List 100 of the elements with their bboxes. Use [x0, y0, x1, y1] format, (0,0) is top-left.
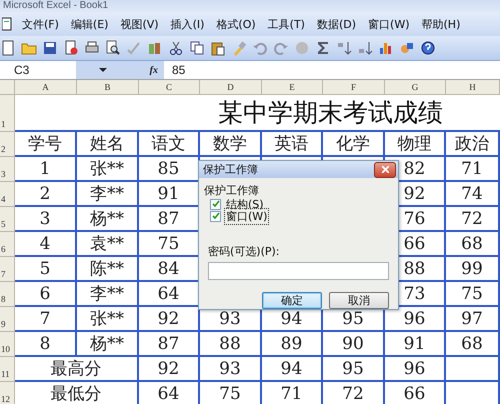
- drawing-tools-icon[interactable]: [399, 40, 415, 56]
- row-header[interactable]: 8: [0, 282, 15, 307]
- group-label: 保护工作簿: [204, 183, 260, 198]
- menu-item[interactable]: 视图(V): [114, 14, 165, 34]
- table-cell: 90: [323, 332, 385, 357]
- table-cell: 87: [139, 332, 200, 357]
- workbook-icon[interactable]: [2, 17, 12, 31]
- menu-item[interactable]: 格式(O): [210, 14, 262, 34]
- row-header[interactable]: 6: [0, 232, 15, 257]
- table-cell: 学号: [15, 132, 77, 157]
- table-cell: 数学: [200, 132, 262, 157]
- table-cell: 97: [446, 307, 500, 332]
- table-cell: 71: [262, 382, 323, 404]
- close-button[interactable]: [374, 162, 396, 178]
- table-cell: 96: [385, 357, 446, 382]
- checkbox[interactable]: [210, 210, 221, 222]
- chart-icon[interactable]: [378, 40, 394, 56]
- menu-item[interactable]: 文件(F): [16, 14, 65, 34]
- table-cell: 李**: [77, 282, 139, 307]
- row-header[interactable]: 9: [0, 307, 15, 332]
- table-cell: 94: [262, 357, 323, 382]
- table-cell: 68: [446, 332, 500, 357]
- column-header[interactable]: D: [200, 80, 262, 95]
- row-header[interactable]: 11: [0, 357, 15, 382]
- cancel-button[interactable]: 取消: [329, 292, 389, 309]
- table-cell: 张**: [77, 307, 139, 332]
- table-cell: 英语: [262, 132, 323, 157]
- table-cell: 最低分: [15, 382, 139, 404]
- dropdown-arrow-icon[interactable]: [99, 67, 107, 73]
- table-cell: 最高分: [15, 357, 139, 382]
- table-cell: 张**: [77, 157, 139, 182]
- empty-cell: [446, 357, 500, 382]
- table-cell: 92: [139, 357, 200, 382]
- insert-function-button[interactable]: fx: [150, 64, 158, 76]
- magnifier-icon[interactable]: [105, 40, 121, 56]
- table-cell: 杨**: [77, 332, 139, 357]
- formula-field[interactable]: 85: [164, 61, 500, 79]
- scissors-icon[interactable]: [168, 40, 184, 56]
- row-header[interactable]: 4: [0, 182, 15, 207]
- table-cell: 1: [15, 157, 77, 182]
- row-header[interactable]: 3: [0, 157, 15, 182]
- ok-button[interactable]: 确定: [262, 292, 322, 309]
- column-header[interactable]: G: [385, 80, 446, 95]
- column-header[interactable]: E: [262, 80, 323, 95]
- row-header[interactable]: 2: [0, 132, 15, 157]
- dialog-title: 保护工作簿: [203, 162, 258, 177]
- table-cell: 袁**: [77, 232, 139, 257]
- menu-item[interactable]: 编辑(E): [64, 14, 114, 34]
- table-cell: 李**: [77, 182, 139, 207]
- sigma-icon[interactable]: [315, 40, 331, 56]
- sort-ascending-icon[interactable]: [336, 40, 352, 56]
- row-header[interactable]: 7: [0, 257, 15, 282]
- column-header[interactable]: B: [77, 80, 139, 95]
- table-cell: 政治: [446, 132, 500, 157]
- table-cell: 95: [323, 357, 385, 382]
- table-cell: 91: [385, 332, 446, 357]
- table-cell: 93: [200, 357, 262, 382]
- column-header[interactable]: C: [139, 80, 200, 95]
- table-cell: 姓名: [77, 132, 139, 157]
- menu-item[interactable]: 插入(I): [164, 14, 210, 34]
- table-cell: 71: [446, 157, 500, 182]
- password-label: 密码(可选)(P):: [208, 244, 281, 259]
- menu-item[interactable]: 窗口(W): [362, 14, 416, 34]
- password-field[interactable]: [208, 262, 389, 280]
- column-header[interactable]: F: [323, 80, 385, 95]
- table-cell: 物理: [385, 132, 446, 157]
- checkbox[interactable]: [210, 198, 221, 210]
- table-cell: 75: [200, 382, 262, 404]
- page-icon[interactable]: [0, 40, 16, 56]
- menu-item[interactable]: 帮助(H): [416, 14, 466, 34]
- table-cell: 7: [15, 307, 77, 332]
- table-cell: 语文: [139, 132, 200, 157]
- help-icon[interactable]: [420, 40, 436, 56]
- table-cell: 68: [446, 232, 500, 257]
- table-cell: 66: [385, 382, 446, 404]
- table-cell: 杨**: [77, 207, 139, 232]
- clipboard-icon[interactable]: [210, 40, 226, 56]
- copy-icon[interactable]: [189, 40, 205, 56]
- sort-descending-icon[interactable]: [357, 40, 373, 56]
- row-header[interactable]: 10: [0, 332, 15, 357]
- table-cell: 8: [15, 332, 77, 357]
- table-cell: 72: [446, 207, 500, 232]
- table-cell: 2: [15, 182, 77, 207]
- table-cell: 陈**: [77, 257, 139, 282]
- table-cell: 88: [200, 332, 262, 357]
- table-cell: 74: [446, 182, 500, 207]
- menu-item[interactable]: 工具(T): [262, 14, 311, 34]
- window-title: Microsoft Excel - Book1: [3, 0, 110, 12]
- table-cell: 75: [446, 282, 500, 307]
- column-header[interactable]: H: [446, 80, 500, 95]
- table-cell: 72: [323, 382, 385, 404]
- table-cell: 64: [139, 382, 200, 404]
- row-header[interactable]: 5: [0, 207, 15, 232]
- table-cell: 3: [15, 207, 77, 232]
- sheet-title: 某中学期末考试成绩: [15, 95, 500, 132]
- column-header[interactable]: A: [15, 80, 77, 95]
- row-header[interactable]: 1: [0, 95, 15, 132]
- row-header[interactable]: 12: [0, 382, 15, 404]
- menu-item[interactable]: 数据(D): [310, 14, 362, 34]
- table-cell: 99: [446, 257, 500, 282]
